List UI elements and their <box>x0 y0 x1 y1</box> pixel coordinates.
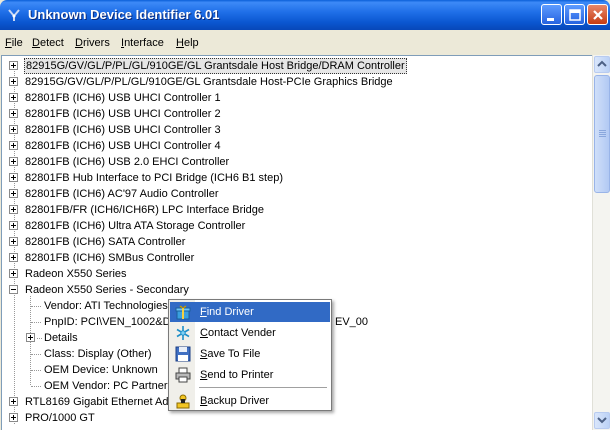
title-bar[interactable]: Unknown Device Identifier 6.01 <box>0 0 610 30</box>
tree-item[interactable]: 82915G/GV/GL/P/PL/GL/910GE/GL Grantsdale… <box>2 74 592 90</box>
tree-child-label: Details <box>44 332 78 344</box>
tree-item[interactable]: 82801FB (ICH6) AC'97 Audio Controller <box>2 186 592 202</box>
tree-item-label: 82801FB (ICH6) USB UHCI Controller 1 <box>25 92 221 104</box>
context-menu: Find Driver Contact Vender Save To File … <box>168 299 332 411</box>
context-item-find-driver[interactable]: Find Driver <box>170 302 330 322</box>
menu-help[interactable]: Help <box>176 37 199 49</box>
tree-item[interactable]: 82801FB (ICH6) Ultra ATA Storage Control… <box>2 218 592 234</box>
tree-item[interactable]: 82801FB (ICH6) USB UHCI Controller 4 <box>2 138 592 154</box>
expand-toggle[interactable] <box>9 93 18 102</box>
tree-item-label: 82801FB (ICH6) USB UHCI Controller 4 <box>25 140 221 152</box>
tree-item-label: 82801FB (ICH6) AC'97 Audio Controller <box>25 188 219 200</box>
printer-icon <box>175 367 191 383</box>
context-item-contact-vender[interactable]: Contact Vender <box>170 323 330 343</box>
tree-item-label: Radeon X550 Series - Secondary <box>25 284 189 296</box>
tree-item[interactable]: 82801FB/FR (ICH6/ICH6R) LPC Interface Br… <box>2 202 592 218</box>
tree-item[interactable]: 82801FB Hub Interface to PCI Bridge (ICH… <box>2 170 592 186</box>
tree-child-label: OEM Device: Unknown <box>44 364 158 376</box>
expand-toggle[interactable] <box>9 253 18 262</box>
maximize-button[interactable] <box>564 4 585 25</box>
maximize-icon <box>569 9 581 21</box>
tree-item-label: PRO/1000 GT <box>25 412 95 424</box>
gift-box-icon <box>175 305 191 320</box>
context-item-save-to-file[interactable]: Save To File <box>170 344 330 364</box>
expand-toggle[interactable] <box>9 189 18 198</box>
tree-item-expanded[interactable]: Radeon X550 Series - Secondary <box>2 282 592 298</box>
scroll-thumb[interactable] <box>594 75 610 193</box>
tree-item-label: Radeon X550 Series <box>25 268 127 280</box>
context-menu-separator <box>199 387 327 388</box>
tree-child-label: Vendor: ATI Technologies <box>44 300 168 312</box>
tree-item-label: 82801FB (ICH6) USB UHCI Controller 2 <box>25 108 221 120</box>
backup-icon <box>176 394 190 409</box>
tree-item-label: 82915G/GV/GL/P/PL/GL/910GE/GL Grantsdale… <box>24 58 407 74</box>
tree-item-label: 82915G/GV/GL/P/PL/GL/910GE/GL Grantsdale… <box>25 76 393 88</box>
tree-item[interactable]: 82801FB (ICH6) USB UHCI Controller 1 <box>2 90 592 106</box>
tree-item[interactable]: 82801FB (ICH6) USB UHCI Controller 2 <box>2 106 592 122</box>
expand-toggle[interactable] <box>9 397 18 406</box>
arrow-up-icon <box>597 60 607 67</box>
tree-child-label: Class: Display (Other) <box>44 348 152 360</box>
close-button[interactable] <box>587 4 608 25</box>
menu-file[interactable]: File <box>5 37 23 49</box>
tree-child-label-tail: EV_00 <box>335 316 369 328</box>
minimize-button[interactable] <box>541 4 562 25</box>
tree-item[interactable]: 82801FB (ICH6) USB UHCI Controller 3 <box>2 122 592 138</box>
expand-toggle[interactable] <box>9 237 18 246</box>
close-icon <box>593 10 603 20</box>
tree-item-label: 82801FB (ICH6) SATA Controller <box>25 236 186 248</box>
scroll-down-button[interactable] <box>594 412 610 429</box>
vertical-scrollbar[interactable] <box>592 55 610 430</box>
arrow-down-icon <box>597 417 607 424</box>
tree-item-label: 82801FB (ICH6) USB 2.0 EHCI Controller <box>25 156 230 168</box>
expand-toggle[interactable] <box>9 77 18 86</box>
menu-detect[interactable]: Detect <box>32 37 64 49</box>
tree-item[interactable]: Radeon X550 Series <box>2 266 592 282</box>
expand-toggle[interactable] <box>9 109 18 118</box>
snowflake-icon <box>176 326 190 340</box>
tree-item[interactable]: 82801FB (ICH6) SATA Controller <box>2 234 592 250</box>
expand-toggle[interactable] <box>26 333 35 342</box>
window-title: Unknown Device Identifier 6.01 <box>28 7 220 22</box>
tree-item-label: RTL8169 Gigabit Ethernet Ada <box>25 396 175 408</box>
tree-item-label: 82801FB/FR (ICH6/ICH6R) LPC Interface Br… <box>25 204 265 216</box>
context-item-backup-driver[interactable]: Backup Driver <box>170 391 330 411</box>
tree-item-label: 82801FB (ICH6) Ultra ATA Storage Control… <box>25 220 246 232</box>
expand-toggle[interactable] <box>9 61 18 70</box>
menu-drivers[interactable]: Drivers <box>75 37 110 49</box>
minimize-icon <box>547 18 554 21</box>
expand-toggle[interactable] <box>9 205 18 214</box>
tree-item-label: 82801FB (ICH6) SMBus Controller <box>25 252 195 264</box>
expand-toggle[interactable] <box>9 125 18 134</box>
context-item-send-to-printer[interactable]: Send to Printer <box>170 365 330 385</box>
expand-toggle[interactable] <box>9 269 18 278</box>
radar-icon <box>8 9 20 21</box>
expand-toggle[interactable] <box>9 413 18 422</box>
tree-child-label: PnpID: PCI\VEN_1002&D <box>44 316 171 328</box>
tree-item[interactable]: 82801FB (ICH6) USB 2.0 EHCI Controller <box>2 154 592 170</box>
tree-item-label: 82801FB (ICH6) USB UHCI Controller 3 <box>25 124 221 136</box>
expand-toggle[interactable] <box>9 141 18 150</box>
collapse-toggle[interactable] <box>9 285 18 294</box>
expand-toggle[interactable] <box>9 173 18 182</box>
expand-toggle[interactable] <box>9 221 18 230</box>
tree-item[interactable]: 82801FB (ICH6) SMBus Controller <box>2 250 592 266</box>
tree-item[interactable]: PRO/1000 GT <box>2 410 592 426</box>
expand-toggle[interactable] <box>9 157 18 166</box>
tree-item-label: 82801FB Hub Interface to PCI Bridge (ICH… <box>25 172 284 184</box>
tree-child-label: OEM Vendor: PC Partner L <box>44 380 177 392</box>
tree-item[interactable]: 82915G/GV/GL/P/PL/GL/910GE/GL Grantsdale… <box>2 58 592 74</box>
menu-interface[interactable]: Interface <box>121 37 164 49</box>
scroll-up-button[interactable] <box>594 56 610 73</box>
floppy-disk-icon <box>175 346 191 362</box>
menu-bar: File Detect Drivers Interface Help <box>0 33 610 54</box>
